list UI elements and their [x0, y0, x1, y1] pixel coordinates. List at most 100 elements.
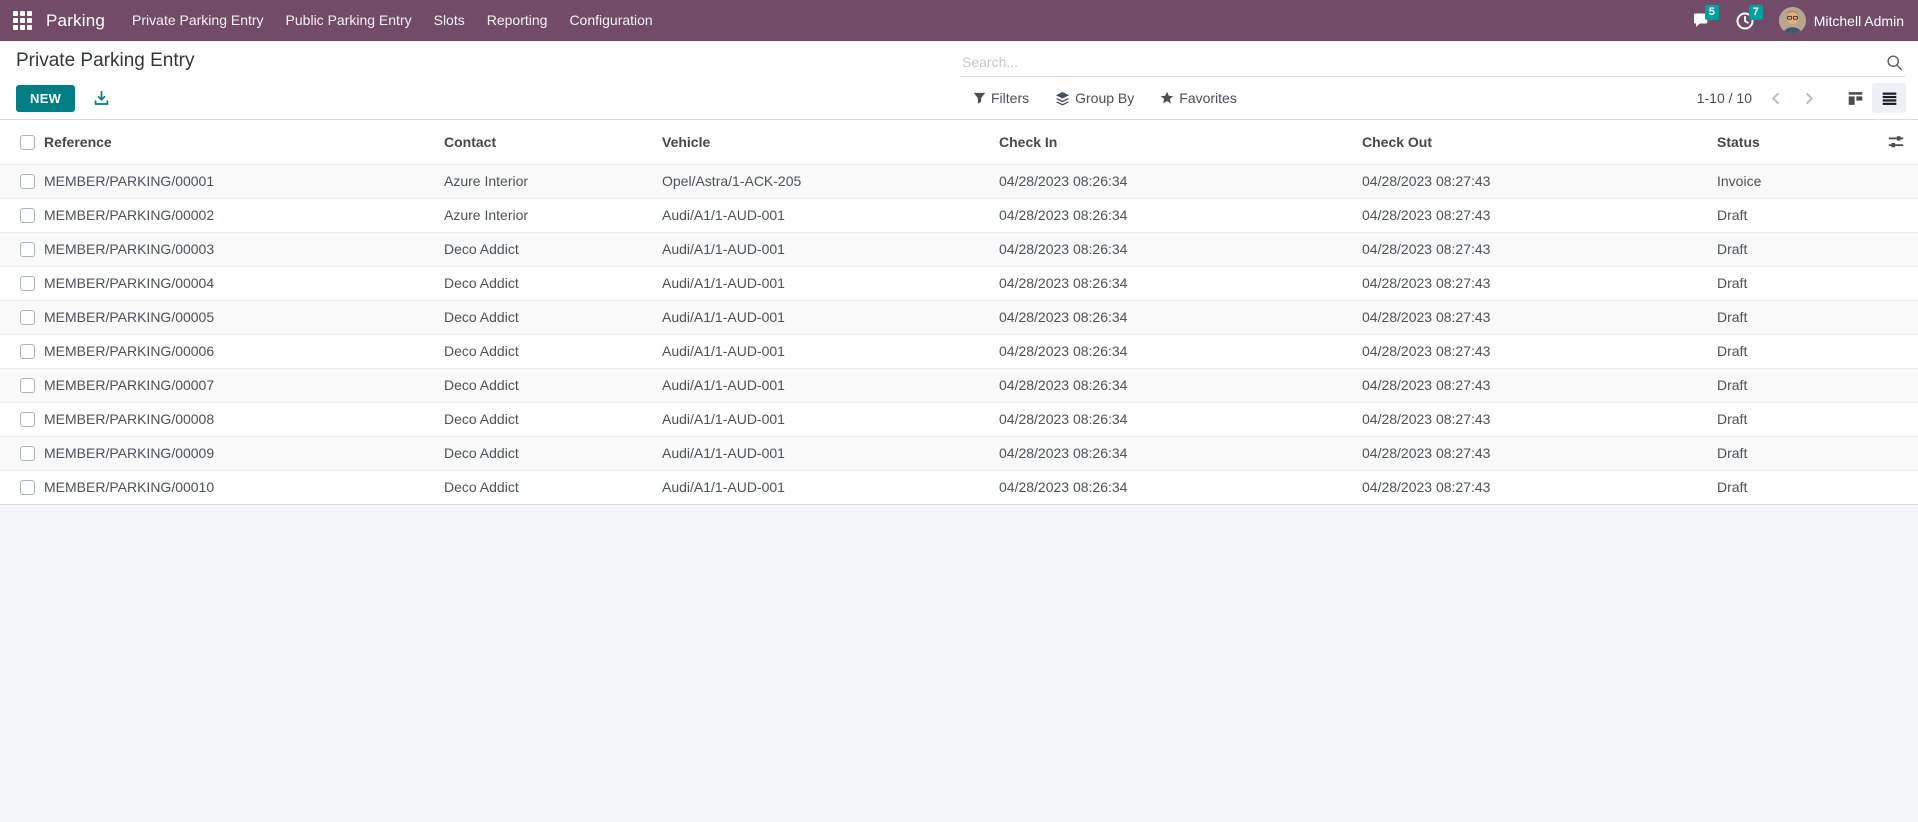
action-buttons: NEW — [16, 82, 111, 114]
avatar — [1778, 7, 1806, 34]
cell-check-in: 04/28/2023 08:26:34 — [999, 445, 1128, 461]
row-checkbox[interactable] — [20, 276, 35, 292]
row-checkbox[interactable] — [20, 378, 35, 394]
cell-reference: MEMBER/PARKING/00005 — [44, 309, 215, 325]
search-button[interactable] — [1883, 51, 1905, 73]
cell-reference: MEMBER/PARKING/00008 — [44, 411, 215, 427]
row-checkbox[interactable] — [20, 242, 35, 258]
navbar-menu-item[interactable]: Public Parking Entry — [275, 0, 423, 41]
cell-contact: Deco Addict — [444, 309, 519, 325]
cell-check-in: 04/28/2023 08:26:34 — [999, 309, 1128, 325]
pager-nav — [1770, 92, 1816, 104]
cell-check-out: 04/28/2023 08:27:43 — [1362, 445, 1491, 461]
cell-status: Draft — [1717, 377, 1748, 393]
column-header-check-in[interactable]: Check In — [999, 120, 1362, 165]
table-row[interactable]: MEMBER/PARKING/00001 Azure Interior Opel… — [0, 164, 1918, 198]
cell-status: Draft — [1717, 275, 1748, 291]
messages-button[interactable]: 5 — [1691, 4, 1719, 31]
pager-value[interactable]: 1-10 / 10 — [1697, 90, 1752, 106]
table-row[interactable]: MEMBER/PARKING/00006 Deco Addict Audi/A1… — [0, 334, 1918, 368]
search-bar — [960, 48, 1905, 77]
view-switcher — [1838, 83, 1906, 113]
messages-badge: 5 — [1704, 4, 1719, 20]
filters-button[interactable]: Filters — [973, 90, 1029, 106]
select-all-cell — [0, 120, 44, 165]
table-row[interactable]: MEMBER/PARKING/00007 Deco Addict Audi/A1… — [0, 368, 1918, 402]
new-button[interactable]: NEW — [16, 84, 76, 112]
group-by-button[interactable]: Group By — [1055, 90, 1134, 106]
control-panel-actions: NEW Filters Group By Favorites 1-10 / 10 — [0, 82, 1918, 114]
records-table: Reference Contact Vehicle Check In Check… — [0, 120, 1918, 505]
cell-status: Draft — [1717, 207, 1748, 223]
cell-status: Draft — [1717, 343, 1748, 359]
column-header-contact[interactable]: Contact — [444, 120, 662, 165]
cell-reference: MEMBER/PARKING/00006 — [44, 343, 215, 359]
navbar-menu-item[interactable]: Reporting — [476, 0, 559, 41]
row-checkbox[interactable] — [20, 344, 35, 360]
cell-vehicle: Audi/A1/1-AUD-001 — [662, 207, 785, 223]
sliders-icon — [1888, 135, 1904, 148]
pager-previous-button[interactable] — [1770, 92, 1782, 104]
row-checkbox-cell — [0, 402, 44, 436]
row-checkbox[interactable] — [20, 310, 35, 326]
table-row[interactable]: MEMBER/PARKING/00009 Deco Addict Audi/A1… — [0, 436, 1918, 470]
cell-check-out: 04/28/2023 08:27:43 — [1362, 275, 1491, 291]
pager-area: 1-10 / 10 — [1697, 82, 1906, 114]
cell-check-in: 04/28/2023 08:26:34 — [999, 377, 1128, 393]
table-row[interactable]: MEMBER/PARKING/00010 Deco Addict Audi/A1… — [0, 470, 1918, 504]
cell-contact: Deco Addict — [444, 445, 519, 461]
table-row[interactable]: MEMBER/PARKING/00005 Deco Addict Audi/A1… — [0, 300, 1918, 334]
export-button[interactable] — [91, 88, 111, 108]
cell-contact: Deco Addict — [444, 343, 519, 359]
cell-status: Draft — [1717, 445, 1748, 461]
cell-check-out: 04/28/2023 08:27:43 — [1362, 309, 1491, 325]
search-options: Filters Group By Favorites — [973, 82, 1237, 114]
row-checkbox[interactable] — [20, 174, 35, 190]
search-input[interactable] — [960, 54, 1883, 70]
filters-label: Filters — [991, 90, 1030, 106]
layers-icon — [1056, 91, 1070, 106]
row-checkbox[interactable] — [20, 412, 35, 428]
cell-vehicle: Audi/A1/1-AUD-001 — [662, 411, 785, 427]
control-panel: Private Parking Entry NEW — [0, 41, 1918, 120]
user-name: Mitchell Admin — [1813, 12, 1904, 29]
cell-contact: Deco Addict — [444, 411, 519, 427]
list-view-button[interactable] — [1872, 83, 1906, 113]
row-checkbox[interactable] — [20, 208, 35, 224]
table-row[interactable]: MEMBER/PARKING/00003 Deco Addict Audi/A1… — [0, 232, 1918, 266]
column-header-status[interactable]: Status — [1717, 120, 1918, 165]
table-row[interactable]: MEMBER/PARKING/00002 Azure Interior Audi… — [0, 198, 1918, 232]
table-row[interactable]: MEMBER/PARKING/00008 Deco Addict Audi/A1… — [0, 402, 1918, 436]
column-header-vehicle[interactable]: Vehicle — [662, 120, 999, 165]
cell-reference: MEMBER/PARKING/00004 — [44, 275, 215, 291]
cell-reference: MEMBER/PARKING/00001 — [44, 173, 215, 189]
cell-check-in: 04/28/2023 08:26:34 — [999, 275, 1128, 291]
row-checkbox[interactable] — [20, 480, 35, 496]
cell-check-in: 04/28/2023 08:26:34 — [999, 479, 1128, 495]
select-all-checkbox[interactable] — [20, 135, 35, 151]
navbar-menu-item[interactable]: Configuration — [558, 0, 663, 41]
column-header-reference[interactable]: Reference — [44, 120, 444, 165]
cell-status: Draft — [1717, 479, 1748, 495]
cell-reference: MEMBER/PARKING/00007 — [44, 377, 215, 393]
user-menu[interactable]: Mitchell Admin — [1778, 7, 1904, 34]
apps-menu-button[interactable] — [0, 0, 44, 41]
table-row[interactable]: MEMBER/PARKING/00004 Deco Addict Audi/A1… — [0, 266, 1918, 300]
app-name[interactable]: Parking — [46, 11, 105, 31]
cell-check-out: 04/28/2023 08:27:43 — [1362, 343, 1491, 359]
column-header-check-out[interactable]: Check Out — [1362, 120, 1717, 165]
navbar-menu-item[interactable]: Slots — [423, 0, 476, 41]
pager-next-button[interactable] — [1804, 92, 1816, 104]
cell-reference: MEMBER/PARKING/00003 — [44, 241, 215, 257]
navbar-menu-item[interactable]: Private Parking Entry — [121, 0, 275, 41]
cell-vehicle: Audi/A1/1-AUD-001 — [662, 241, 785, 257]
optional-columns-button[interactable] — [1887, 133, 1905, 151]
row-checkbox-cell — [0, 368, 44, 402]
cell-reference: MEMBER/PARKING/00002 — [44, 207, 215, 223]
row-checkbox[interactable] — [20, 446, 35, 462]
kanban-view-button[interactable] — [1838, 83, 1872, 113]
activities-button[interactable]: 7 — [1735, 4, 1763, 31]
row-checkbox-cell — [0, 470, 44, 504]
cell-check-out: 04/28/2023 08:27:43 — [1362, 411, 1491, 427]
favorites-button[interactable]: Favorites — [1160, 90, 1237, 106]
